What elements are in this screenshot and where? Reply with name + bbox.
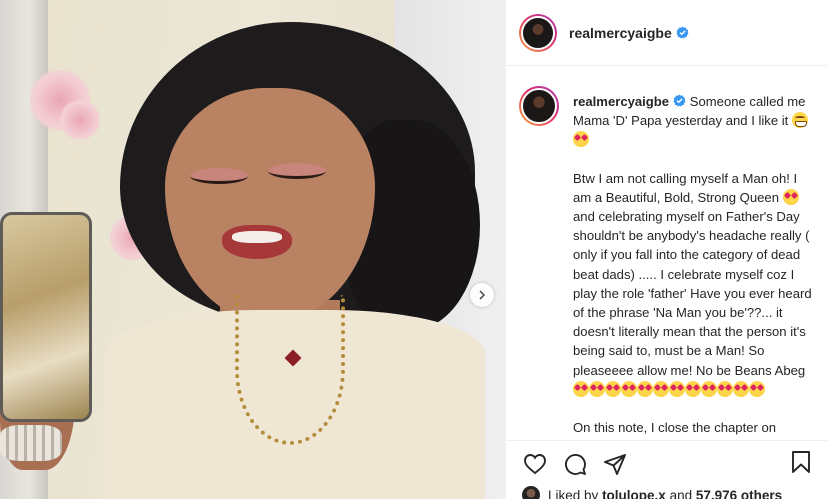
like-button[interactable] bbox=[522, 451, 548, 477]
action-bar bbox=[506, 440, 827, 486]
next-photo-button[interactable] bbox=[470, 283, 494, 307]
heart-eyes-emoji bbox=[605, 380, 621, 397]
comment-button[interactable] bbox=[562, 451, 588, 477]
header-username[interactable]: realmercyaigbe bbox=[569, 25, 672, 41]
heart-eyes-emoji bbox=[669, 380, 685, 397]
caption-paragraph-3: On this note, I close the chapter on bbox=[573, 418, 813, 437]
bracelets bbox=[0, 425, 62, 461]
verified-badge-icon bbox=[673, 94, 686, 107]
caption-text-3: On this note, I close the chapter on bbox=[573, 420, 777, 436]
post-photo[interactable] bbox=[0, 0, 505, 499]
share-button[interactable] bbox=[602, 451, 628, 477]
caption-username[interactable]: realmercyaigbe bbox=[573, 94, 669, 109]
post-header: realmercyaigbe bbox=[506, 0, 827, 66]
heart-eyes-emoji bbox=[573, 131, 589, 148]
caption-text: realmercyaigbe Someone called me Mama 'D… bbox=[573, 92, 813, 440]
heart-eyes-emoji bbox=[589, 380, 605, 397]
bookmark-icon bbox=[792, 451, 810, 473]
heart-outline-icon bbox=[524, 453, 546, 474]
caption-avatar-ring[interactable] bbox=[519, 86, 559, 126]
likes-count[interactable]: 57,976 others bbox=[696, 488, 782, 499]
avatar bbox=[521, 15, 555, 50]
jeweled-phone bbox=[0, 212, 92, 422]
heart-eyes-emoji bbox=[749, 380, 765, 397]
caption-section: realmercyaigbe Someone called me Mama 'D… bbox=[506, 66, 827, 440]
liker-username[interactable]: tolulope.x bbox=[602, 488, 666, 499]
heart-eyes-emoji bbox=[573, 380, 589, 397]
paper-plane-icon bbox=[604, 453, 626, 475]
caption-text-2a: Btw I am not calling myself a Man oh! I … bbox=[573, 170, 798, 205]
save-button[interactable] bbox=[789, 450, 815, 476]
smile bbox=[232, 231, 282, 243]
profile-avatar-ring[interactable] bbox=[519, 13, 557, 52]
heart-eyes-emoji bbox=[717, 380, 733, 397]
eye-left bbox=[190, 168, 248, 184]
avatar bbox=[521, 88, 557, 124]
eye-right bbox=[268, 163, 326, 179]
heart-eyes-emoji bbox=[733, 380, 749, 397]
caption-paragraph-2: Btw I am not calling myself a Man oh! I … bbox=[573, 169, 813, 399]
verified-badge-icon bbox=[676, 26, 689, 39]
heart-eyes-emoji bbox=[653, 380, 669, 397]
comment-bubble-icon bbox=[565, 453, 586, 475]
heart-eyes-emoji bbox=[701, 380, 717, 397]
post-side-panel: realmercyaigbe realmercyaigbe Someone ca… bbox=[505, 0, 827, 499]
heart-eyes-emoji bbox=[685, 380, 701, 397]
likes-and: and bbox=[669, 487, 693, 499]
chevron-right-icon bbox=[479, 290, 486, 300]
grinning-face-emoji bbox=[791, 112, 808, 129]
heart-eyes-emoji bbox=[621, 380, 637, 397]
heart-eyes-emoji bbox=[637, 380, 653, 397]
caption-text-2b: and celebrating myself on Father's Day s… bbox=[573, 209, 812, 378]
likes-prefix: Liked by bbox=[548, 487, 599, 499]
heart-eyes-emoji-run bbox=[573, 380, 765, 397]
background-flower bbox=[60, 100, 100, 140]
likes-summary: Liked by tolulope.x and 57,976 others bbox=[522, 486, 782, 499]
gold-chain-necklace bbox=[235, 295, 345, 445]
liker-avatar bbox=[522, 486, 540, 499]
caption-paragraph-1: realmercyaigbe Someone called me Mama 'D… bbox=[573, 92, 813, 150]
header-username-text: realmercyaigbe bbox=[569, 24, 672, 41]
heart-eyes-emoji bbox=[782, 188, 799, 205]
